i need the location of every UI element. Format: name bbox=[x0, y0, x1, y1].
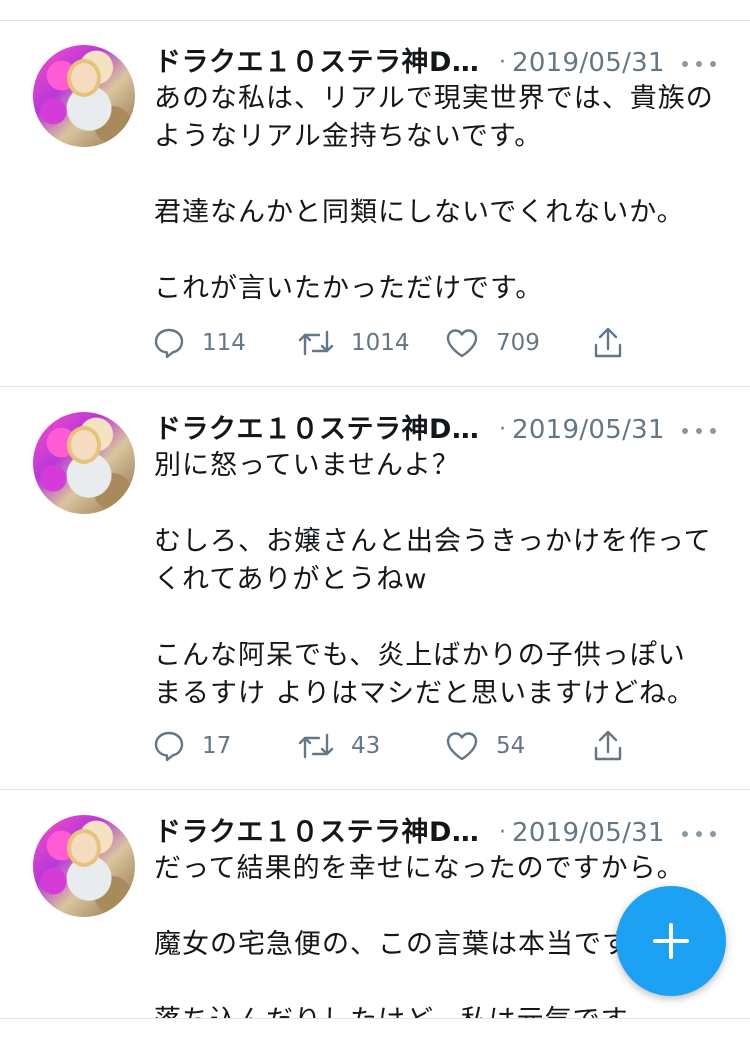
like-button[interactable]: 54 bbox=[444, 726, 525, 766]
share-button[interactable] bbox=[590, 726, 626, 766]
reply-button[interactable]: 114 bbox=[152, 323, 246, 363]
tweet-line: ようなリアル金持ちないです。 bbox=[154, 121, 543, 152]
like-count: 54 bbox=[496, 733, 526, 759]
separator: · bbox=[499, 820, 506, 845]
tweet-line bbox=[154, 232, 734, 270]
avatar[interactable] bbox=[33, 412, 135, 514]
heart-icon bbox=[446, 329, 478, 358]
tweet-actions: 17 43 54 bbox=[152, 726, 632, 766]
tweet-line: まるすけ よりはマシだと思いますけどね。 bbox=[154, 678, 696, 709]
retweet-count: 43 bbox=[351, 733, 381, 759]
tweet-line: 君達なんかと同類にしないでくれないか。 bbox=[154, 197, 685, 228]
tweet-line bbox=[154, 156, 734, 194]
reply-button[interactable]: 17 bbox=[152, 726, 231, 766]
tweet-date[interactable]: 2019/05/31 bbox=[512, 813, 665, 853]
tweet-actions: 114 1014 709 bbox=[152, 323, 632, 363]
author-name[interactable]: ドラクエ１０ステラ神D… bbox=[154, 410, 479, 450]
heart-icon bbox=[446, 732, 478, 761]
reply-icon bbox=[154, 328, 184, 359]
tweet-date[interactable]: 2019/05/31 bbox=[512, 410, 665, 450]
share-icon bbox=[594, 327, 622, 358]
retweet-icon bbox=[298, 733, 334, 759]
tweet-header: ドラクエ１０ステラ神D… · 2019/05/31 bbox=[154, 410, 726, 450]
tweet-line: 別に怒っていませんよ？ bbox=[154, 450, 460, 481]
retweet-count: 1014 bbox=[351, 330, 410, 356]
like-count: 709 bbox=[496, 330, 540, 356]
tweet-header: ドラクエ１０ステラ神D… · 2019/05/31 bbox=[154, 43, 726, 83]
retweet-button[interactable]: 1014 bbox=[297, 323, 410, 363]
retweet-button[interactable]: 43 bbox=[297, 726, 380, 766]
share-icon bbox=[594, 730, 622, 761]
tweet-line: 落ち込んだりしたけど、私は元気です。 bbox=[154, 1002, 734, 1018]
author-name[interactable]: ドラクエ１０ステラ神D… bbox=[154, 813, 479, 853]
tweet-line bbox=[154, 485, 734, 523]
tweet-line: くれてありがとうねw bbox=[154, 564, 428, 595]
author-name[interactable]: ドラクエ１０ステラ神D… bbox=[154, 43, 479, 83]
separator: · bbox=[499, 417, 506, 442]
more-dots-icon[interactable] bbox=[682, 428, 716, 434]
more-dots-icon[interactable] bbox=[682, 831, 716, 837]
tweet-date[interactable]: 2019/05/31 bbox=[512, 43, 665, 83]
tweet-line: こんな阿呆でも、炎上ばかりの子供っぽい bbox=[154, 640, 686, 671]
avatar[interactable] bbox=[33, 815, 135, 917]
reply-icon bbox=[154, 731, 184, 762]
tweet-line: だって結果的を幸せになったのですから。 bbox=[154, 853, 685, 884]
separator: · bbox=[499, 50, 506, 75]
avatar[interactable] bbox=[33, 45, 135, 147]
reply-count: 17 bbox=[202, 733, 232, 759]
bottom-nav-bar bbox=[0, 1018, 750, 1042]
more-dots-icon[interactable] bbox=[682, 61, 716, 67]
tweet-line: むしろ、お嬢さんと出会うきっかけを作って bbox=[154, 526, 712, 557]
tweet-1[interactable]: ドラクエ１０ステラ神D… · 2019/05/31 あのな私は、リアルで現実世界… bbox=[0, 20, 750, 387]
like-button[interactable]: 709 bbox=[444, 323, 540, 363]
tweet-text: 別に怒っていませんよ？ むしろ、お嬢さんと出会うきっかけを作って くれてありがと… bbox=[154, 447, 734, 713]
share-button[interactable] bbox=[590, 323, 626, 363]
tweet-header: ドラクエ１０ステラ神D… · 2019/05/31 bbox=[154, 813, 726, 853]
tweet-line: これが言いたかっただけです。 bbox=[154, 273, 544, 304]
reply-count: 114 bbox=[202, 330, 246, 356]
tweet-line bbox=[154, 599, 734, 637]
compose-plus-icon[interactable] bbox=[616, 886, 726, 996]
tweet-2[interactable]: ドラクエ１０ステラ神D… · 2019/05/31 別に怒っていませんよ？ むし… bbox=[0, 387, 750, 790]
retweet-icon bbox=[298, 330, 334, 356]
tweet-line: あのな私は、リアルで現実世界では、貴族の bbox=[154, 83, 714, 114]
tweet-text: あのな私は、リアルで現実世界では、貴族の ようなリアル金持ちないです。 君達なん… bbox=[154, 80, 734, 308]
